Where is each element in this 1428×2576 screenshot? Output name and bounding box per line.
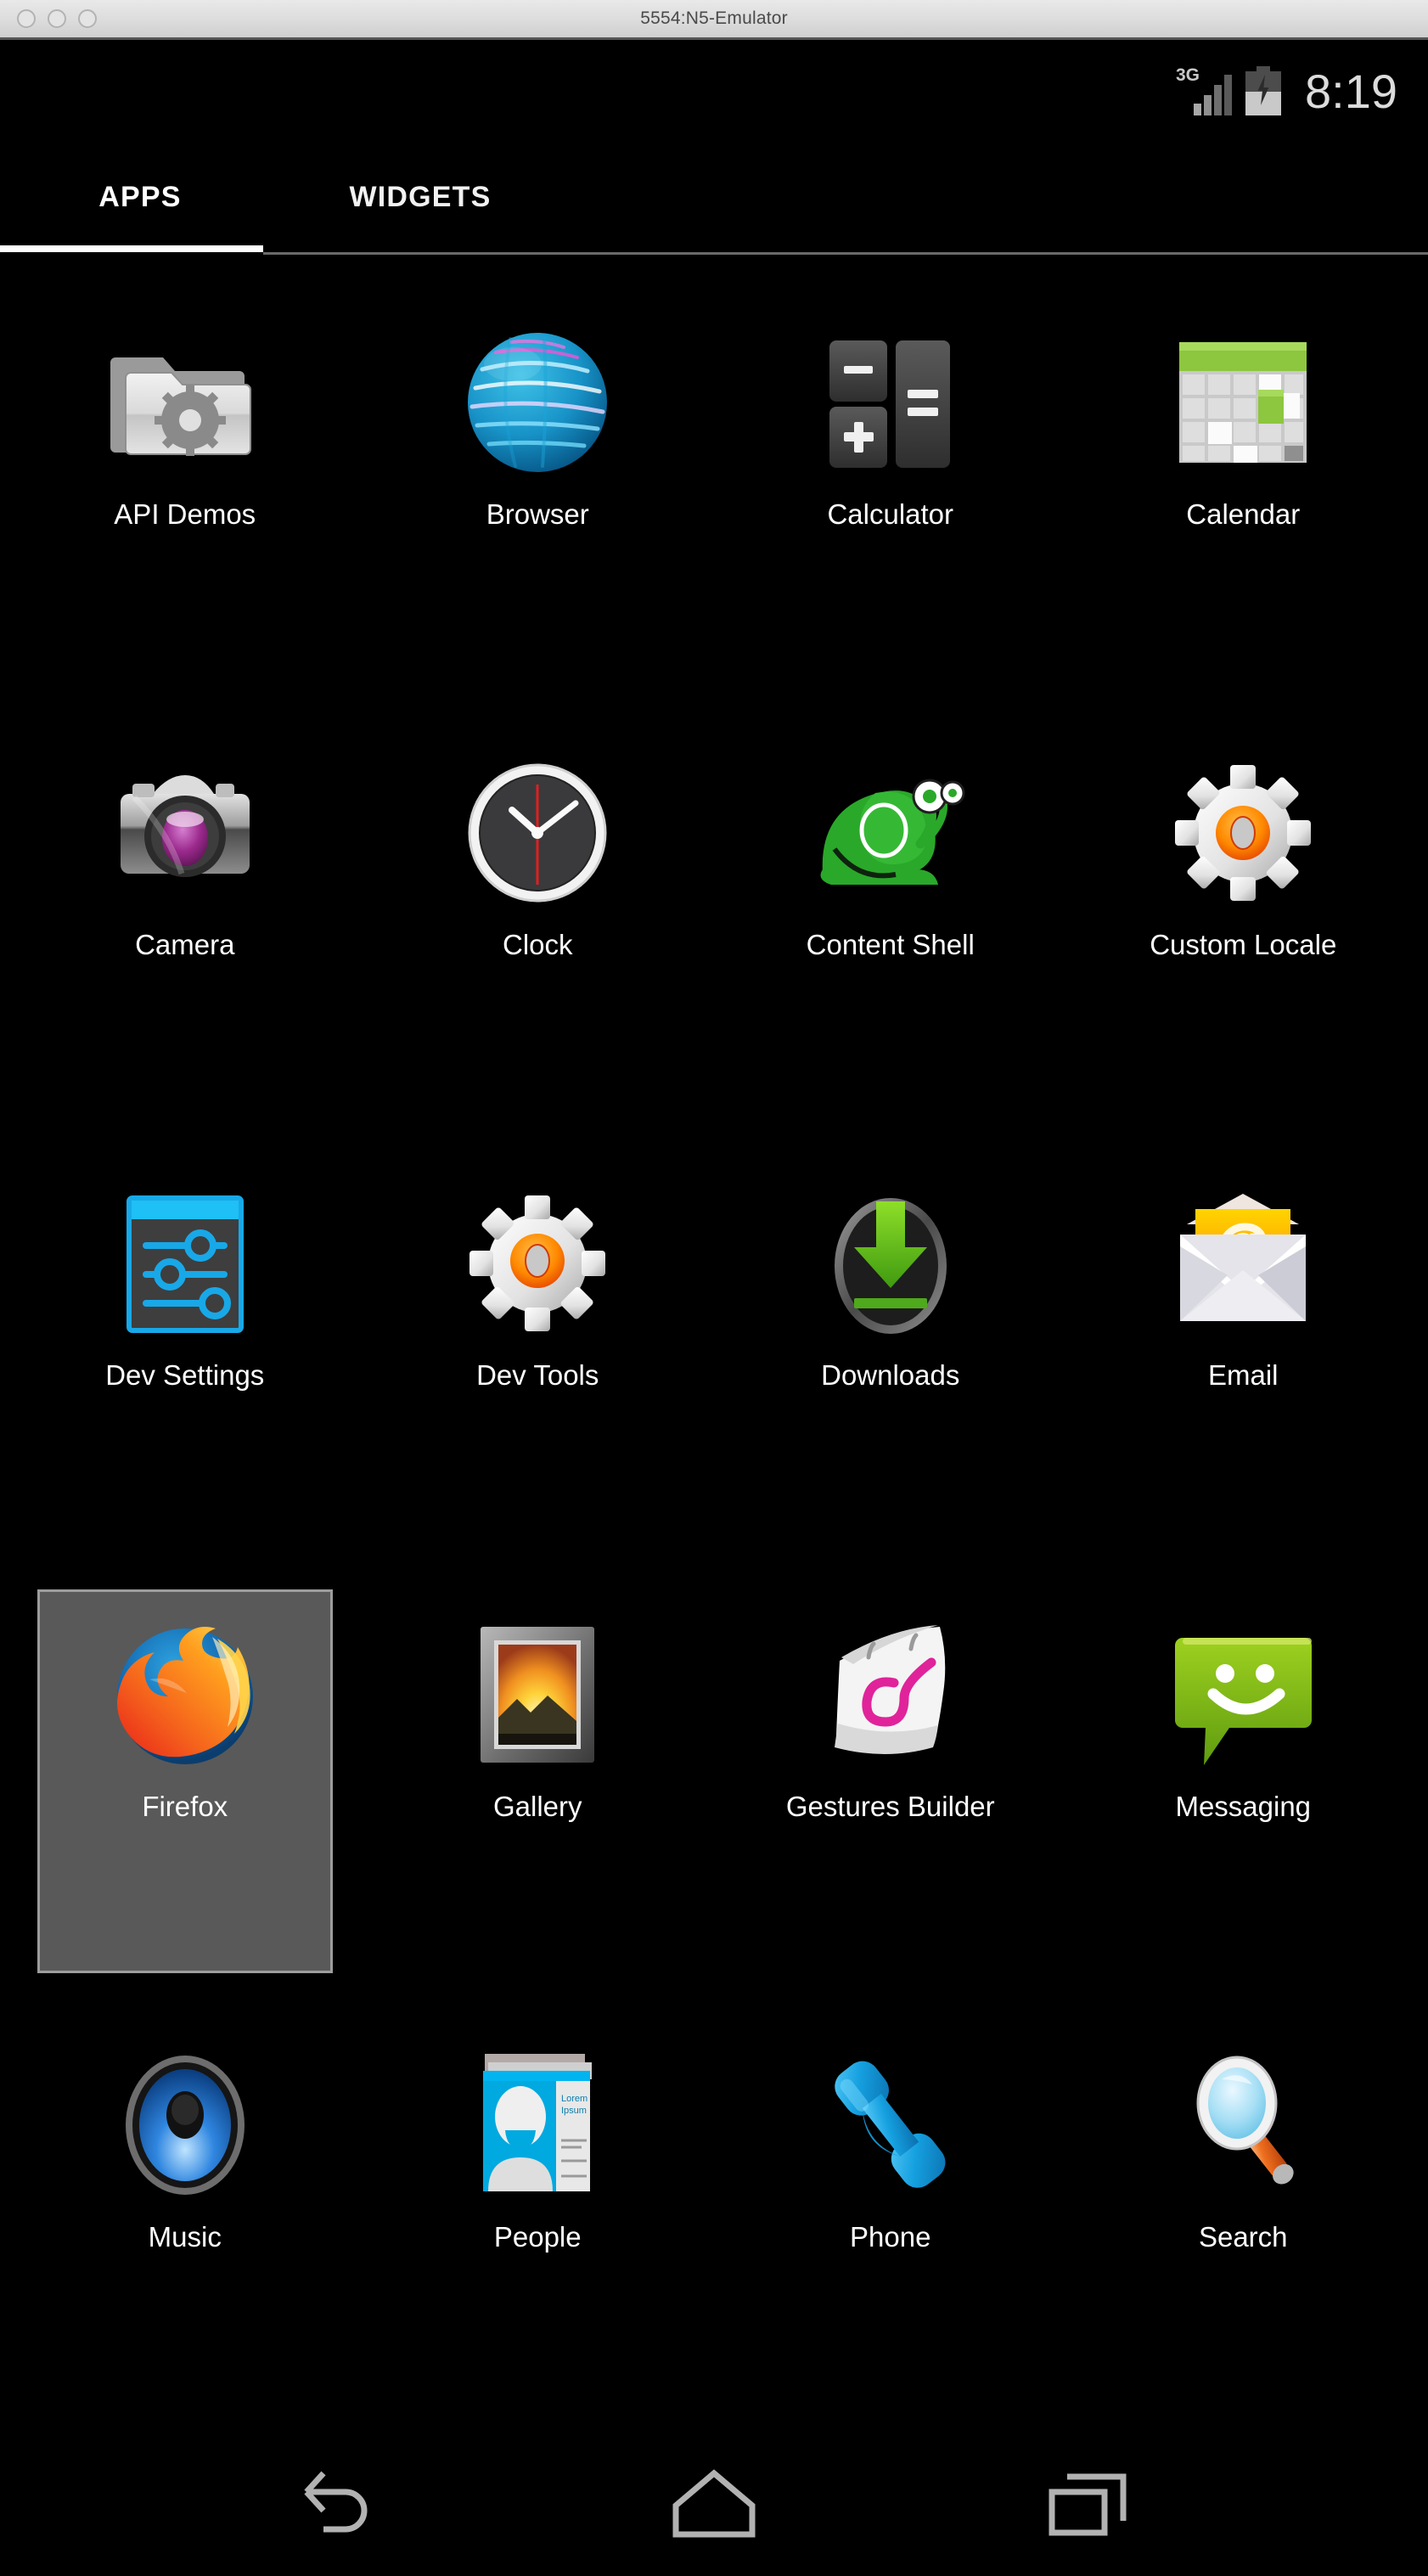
app-cell-dev-settings[interactable]: Dev Settings (8, 1139, 362, 1570)
close-window-button[interactable] (17, 9, 36, 28)
app-cell-calculator[interactable]: Calculator (714, 278, 1067, 709)
minimize-window-button[interactable] (48, 9, 66, 28)
status-icons: 3G 8:19 (1176, 66, 1397, 115)
people-card-name-line1: Lorem (561, 2094, 588, 2104)
app-cell-gallery[interactable]: Gallery (362, 1571, 715, 2001)
people-card-name-line2: Ipsum (561, 2106, 587, 2116)
device-screen: 3G 8:19 APPS WIDGETS API Demos Browser C… (0, 40, 1428, 2576)
app-label: Dev Tools (476, 1359, 599, 1392)
app-label: Downloads (821, 1359, 960, 1392)
app-label: Messaging (1175, 1790, 1312, 1822)
app-cell-music[interactable]: Music (8, 2001, 362, 2432)
analog-clock-icon (457, 752, 618, 914)
download-arrow-icon (810, 1183, 971, 1344)
app-cell-email[interactable]: @ Email (1067, 1139, 1420, 1570)
chat-bubble-smiley-icon (1162, 1614, 1324, 1775)
app-cell-phone[interactable]: Phone (714, 2001, 1067, 2432)
app-label: Clock (502, 929, 573, 961)
app-label: Gallery (492, 1790, 582, 1822)
app-label: Music (148, 2220, 222, 2253)
gear-orange-icon (1162, 752, 1324, 914)
back-arrow-icon[interactable] (276, 2457, 403, 2551)
app-cell-clock[interactable]: Clock (362, 709, 715, 1139)
tab-apps[interactable]: APPS (0, 142, 280, 252)
app-cell-downloads[interactable]: Downloads (714, 1139, 1067, 1570)
app-cell-search[interactable]: Search (1067, 2001, 1420, 2432)
app-cell-content-shell[interactable]: Content Shell (714, 709, 1067, 1139)
window-titlebar: 5554:N5-Emulator (0, 0, 1428, 40)
app-label: Phone (850, 2220, 931, 2253)
photo-frame-icon (457, 1614, 618, 1775)
sliders-panel-icon (104, 1183, 266, 1344)
app-label: Content Shell (806, 929, 975, 961)
navigation-bar (0, 2432, 1428, 2576)
speaker-icon (104, 2044, 266, 2206)
status-bar: 3G 8:19 (0, 40, 1428, 142)
emulator-window: 5554:N5-Emulator 3G 8:19 APPS WIDGETS AP… (0, 0, 1428, 2576)
gear-orange-icon (457, 1183, 618, 1344)
green-snail-icon (810, 752, 971, 914)
notepad-gesture-icon (810, 1614, 971, 1775)
app-label: Camera (135, 929, 235, 961)
app-cell-api-demos[interactable]: API Demos (8, 278, 362, 709)
magnifier-icon (1162, 2044, 1324, 2206)
app-cell-gestures-builder[interactable]: Gestures Builder (714, 1571, 1067, 2001)
app-cell-custom-locale[interactable]: Custom Locale (1067, 709, 1420, 1139)
signal-bars (1194, 75, 1232, 115)
app-label: Search (1198, 2220, 1288, 2253)
app-label: Calculator (827, 498, 954, 530)
globe-icon (457, 322, 618, 483)
battery-charging-icon (1245, 66, 1281, 115)
app-label: Firefox (142, 1790, 228, 1822)
window-title: 5554:N5-Emulator (640, 8, 788, 28)
calculator-keys-icon (810, 322, 971, 483)
app-label: Dev Settings (105, 1359, 265, 1392)
app-cell-calendar[interactable]: Calendar (1067, 278, 1420, 709)
window-controls (17, 9, 97, 28)
app-label: Gestures Builder (785, 1790, 995, 1822)
app-label: Custom Locale (1150, 929, 1337, 961)
camera-icon (104, 752, 266, 914)
app-cell-browser[interactable]: Browser (362, 278, 715, 709)
drawer-tabs: APPS WIDGETS (0, 142, 1428, 252)
folder-gear-icon (104, 322, 266, 483)
signal-bars-icon: 3G (1176, 66, 1232, 115)
app-label: People (493, 2220, 582, 2253)
calendar-grid-icon (1162, 322, 1324, 483)
app-grid: API Demos Browser Calculator Calendar Ca… (0, 255, 1428, 2432)
app-label: API Demos (114, 498, 256, 530)
app-label: Email (1207, 1359, 1279, 1392)
tab-widgets[interactable]: WIDGETS (280, 142, 560, 252)
home-icon[interactable] (650, 2457, 778, 2551)
app-cell-dev-tools[interactable]: Dev Tools (362, 1139, 715, 1570)
firefox-icon (104, 1614, 266, 1775)
zoom-window-button[interactable] (78, 9, 97, 28)
envelope-at-icon: @ (1162, 1183, 1324, 1344)
tab-selected-indicator (0, 245, 263, 252)
phone-handset-icon (810, 2044, 971, 2206)
status-bar-clock: 8:19 (1305, 65, 1397, 118)
app-cell-people[interactable]: Lorem Ipsum People (362, 2001, 715, 2432)
app-cell-firefox[interactable]: Firefox (8, 1571, 362, 2001)
app-label: Browser (486, 498, 589, 530)
recents-icon[interactable] (1025, 2457, 1152, 2551)
app-label: Calendar (1186, 498, 1301, 530)
app-cell-camera[interactable]: Camera (8, 709, 362, 1139)
contact-card-icon: Lorem Ipsum (457, 2044, 618, 2206)
app-cell-messaging[interactable]: Messaging (1067, 1571, 1420, 2001)
